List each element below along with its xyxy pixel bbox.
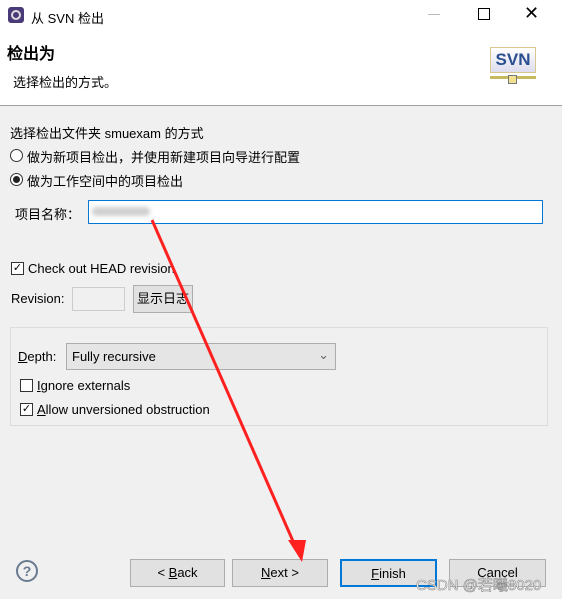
- annotation-arrow: [150, 219, 306, 562]
